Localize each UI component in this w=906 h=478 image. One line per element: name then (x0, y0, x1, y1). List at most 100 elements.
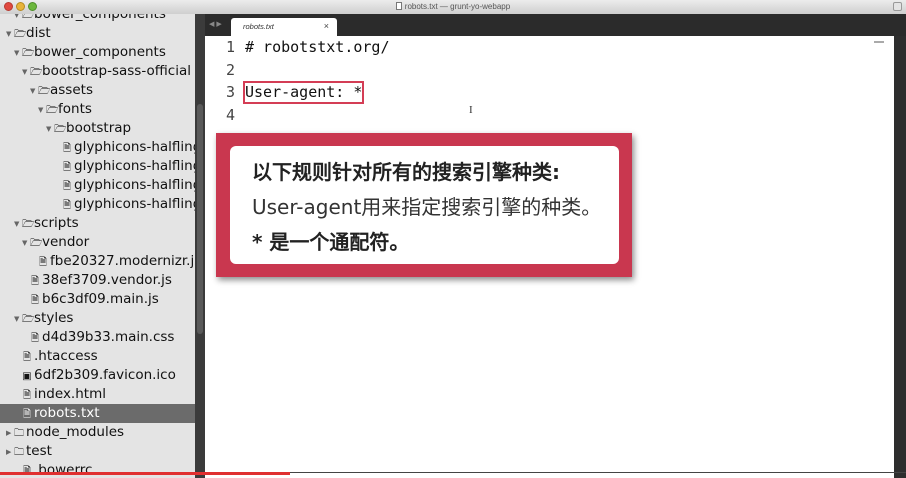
sidebar-item[interactable]: 🗎 38ef3709.vendor.js (0, 271, 195, 290)
sidebar-item[interactable]: ▼ 🗁fonts (0, 100, 195, 119)
sidebar-item[interactable]: 🗎 glyphicons-halflings (0, 195, 195, 214)
sidebar-item-label: index.html (34, 386, 106, 402)
sidebar-item[interactable]: 🗎 index.html (0, 385, 195, 404)
file-icon: 🗎 (62, 143, 72, 154)
sidebar-item-label: bower_components (34, 44, 166, 60)
disclosure-open-icon[interactable]: ▼ (14, 310, 22, 328)
sidebar-item-label: 6df2b309.favicon.ico (34, 367, 176, 383)
file-icon: 🗎 (22, 390, 32, 401)
annotation-body: User-agent用来指定搜索引擎的种类。 (252, 195, 602, 219)
folder-icon: 🗁 (22, 14, 35, 21)
file-icon: 🗎 (30, 333, 40, 344)
annotation-card: 以下规则针对所有的搜索引擎种类: User-agent用来指定搜索引擎的种类。 … (230, 146, 619, 264)
document-icon (395, 2, 402, 10)
window-titlebar: robots.txt — grunt-yo-webapp (0, 0, 906, 15)
disclosure-closed-icon[interactable]: ▶ (6, 443, 14, 461)
disclosure-open-icon[interactable]: ▼ (14, 44, 22, 62)
tab-close-icon[interactable]: × (324, 21, 329, 31)
tab-bar: ◀ ▶ robots.txt × (205, 14, 906, 36)
sidebar-item[interactable]: 🗎.bowerrc (0, 461, 195, 478)
file-icon: 🗎 (22, 352, 32, 363)
sidebar-item[interactable]: ▼ 🗁assets (0, 81, 195, 100)
line-number: 2 (225, 60, 235, 79)
sidebar-item-label: glyphicons-halflings (74, 196, 195, 212)
sidebar-item[interactable]: ▼ 🗁dist (0, 24, 195, 43)
sidebar-item-label: .bowerrc (34, 462, 93, 478)
annotation-note: * 是一个通配符。 (252, 230, 410, 254)
video-progress-fill[interactable] (0, 472, 290, 475)
line-number: 4 (225, 105, 235, 124)
project-sidebar: ▼ 🗁bower_components ▼ 🗁dist ▼ 🗁bower_componen… (0, 14, 195, 478)
sidebar-item[interactable]: 🗎 robots.txt (0, 404, 195, 423)
folder-icon: 🗁 (46, 105, 59, 116)
sidebar-item-label: bootstrap (66, 120, 132, 136)
sidebar-scrollbar[interactable] (195, 14, 205, 478)
sidebar-item-label: styles (34, 310, 74, 326)
folder-icon: 🗀 (14, 447, 24, 458)
disclosure-open-icon[interactable]: ▼ (38, 101, 46, 119)
tab-label: robots.txt (243, 22, 274, 31)
folder-icon: 🗁 (22, 314, 35, 325)
line-number: 3 (225, 83, 235, 101)
sidebar-item[interactable]: 🗎 glyphicons-halflings (0, 176, 195, 195)
file-icon: 🗎 (62, 181, 72, 192)
disclosure-open-icon[interactable]: ▼ (46, 120, 54, 138)
file-icon: 🗎 (30, 295, 40, 306)
disclosure-open-icon[interactable]: ▼ (6, 25, 14, 43)
sidebar-item[interactable]: ▶ 🗀 node_modules (0, 423, 195, 442)
sidebar-item[interactable]: ▼ 🗁bootstrap (0, 119, 195, 138)
tab-robots-txt[interactable]: robots.txt × (231, 18, 337, 36)
annotation-callout: 以下规则针对所有的搜索引擎种类: User-agent用来指定搜索引擎的种类。 … (216, 133, 632, 277)
image-file-icon: ▣ (22, 371, 32, 382)
disclosure-open-icon[interactable]: ▼ (22, 63, 30, 81)
window-title-wrap: robots.txt — grunt-yo-webapp (0, 1, 906, 13)
sidebar-item[interactable]: ▶ 🗀 test (0, 442, 195, 461)
disclosure-open-icon[interactable]: ▼ (14, 215, 22, 233)
sidebar-item-label: scripts (34, 215, 79, 231)
sidebar-item-label: fbe20327.modernizr.js (50, 253, 195, 269)
folder-icon: 🗁 (30, 67, 43, 78)
line-number: 1 (225, 38, 235, 56)
annotation-title: 以下规则针对所有的搜索引擎种类: (252, 160, 560, 184)
text-cursor-icon: I (469, 104, 473, 116)
sidebar-item[interactable]: ▼ 🗁scripts (0, 214, 195, 233)
sidebar-item-label: dist (26, 25, 51, 41)
sidebar-item[interactable]: 🗎 fbe20327.modernizr.js (0, 252, 195, 271)
sidebar-scrollbar-thumb[interactable] (197, 104, 203, 334)
folder-icon: 🗁 (14, 29, 27, 40)
sidebar-item[interactable]: ▼ 🗁vendor (0, 233, 195, 252)
sidebar-item[interactable]: ▼ 🗁bootstrap-sass-official (0, 62, 195, 81)
disclosure-open-icon[interactable]: ▼ (30, 82, 38, 100)
sidebar-item-label: b6c3df09.main.js (42, 291, 159, 307)
window-title: robots.txt — grunt-yo-webapp (404, 2, 511, 11)
file-icon: 🗎 (22, 462, 32, 478)
folder-icon: 🗁 (38, 86, 51, 97)
folder-icon: 🗁 (54, 124, 67, 135)
sidebar-item-label: .htaccess (34, 348, 98, 364)
sidebar-item-label: node_modules (26, 424, 125, 440)
editor-scrollbar[interactable] (894, 36, 906, 478)
sidebar-item[interactable]: 🗎 glyphicons-halflings (0, 138, 195, 157)
sidebar-item[interactable]: ▼ 🗁bower_components (0, 43, 195, 62)
file-icon: 🗎 (62, 162, 72, 173)
fullscreen-button[interactable] (893, 2, 902, 11)
sidebar-item-label: robots.txt (34, 405, 100, 421)
disclosure-open-icon[interactable]: ▼ (14, 14, 22, 24)
sidebar-item[interactable]: ▼ 🗁styles (0, 309, 195, 328)
folder-icon: 🗀 (14, 428, 24, 439)
sidebar-item[interactable]: ▣ 6df2b309.favicon.ico (0, 366, 195, 385)
sidebar-item-label: glyphicons-halflings (74, 177, 195, 193)
code-line[interactable]: # robotstxt.org/ (245, 38, 390, 56)
code-line[interactable]: User-agent: * (245, 83, 362, 101)
sidebar-item-label: assets (50, 82, 93, 98)
disclosure-open-icon[interactable]: ▼ (22, 234, 30, 252)
sidebar-item-label: fonts (58, 101, 92, 117)
folder-icon: 🗁 (30, 238, 43, 249)
disclosure-closed-icon[interactable]: ▶ (6, 424, 14, 442)
sidebar-item[interactable]: 🗎 glyphicons-halflings (0, 157, 195, 176)
sidebar-item[interactable]: ▼ 🗁bower_components (0, 14, 195, 24)
sidebar-item[interactable]: 🗎 d4d39b33.main.css (0, 328, 195, 347)
sidebar-item[interactable]: 🗎 b6c3df09.main.js (0, 290, 195, 309)
tab-scroll-arrows-icon[interactable]: ◀ ▶ (209, 20, 222, 28)
sidebar-item[interactable]: 🗎 .htaccess (0, 347, 195, 366)
